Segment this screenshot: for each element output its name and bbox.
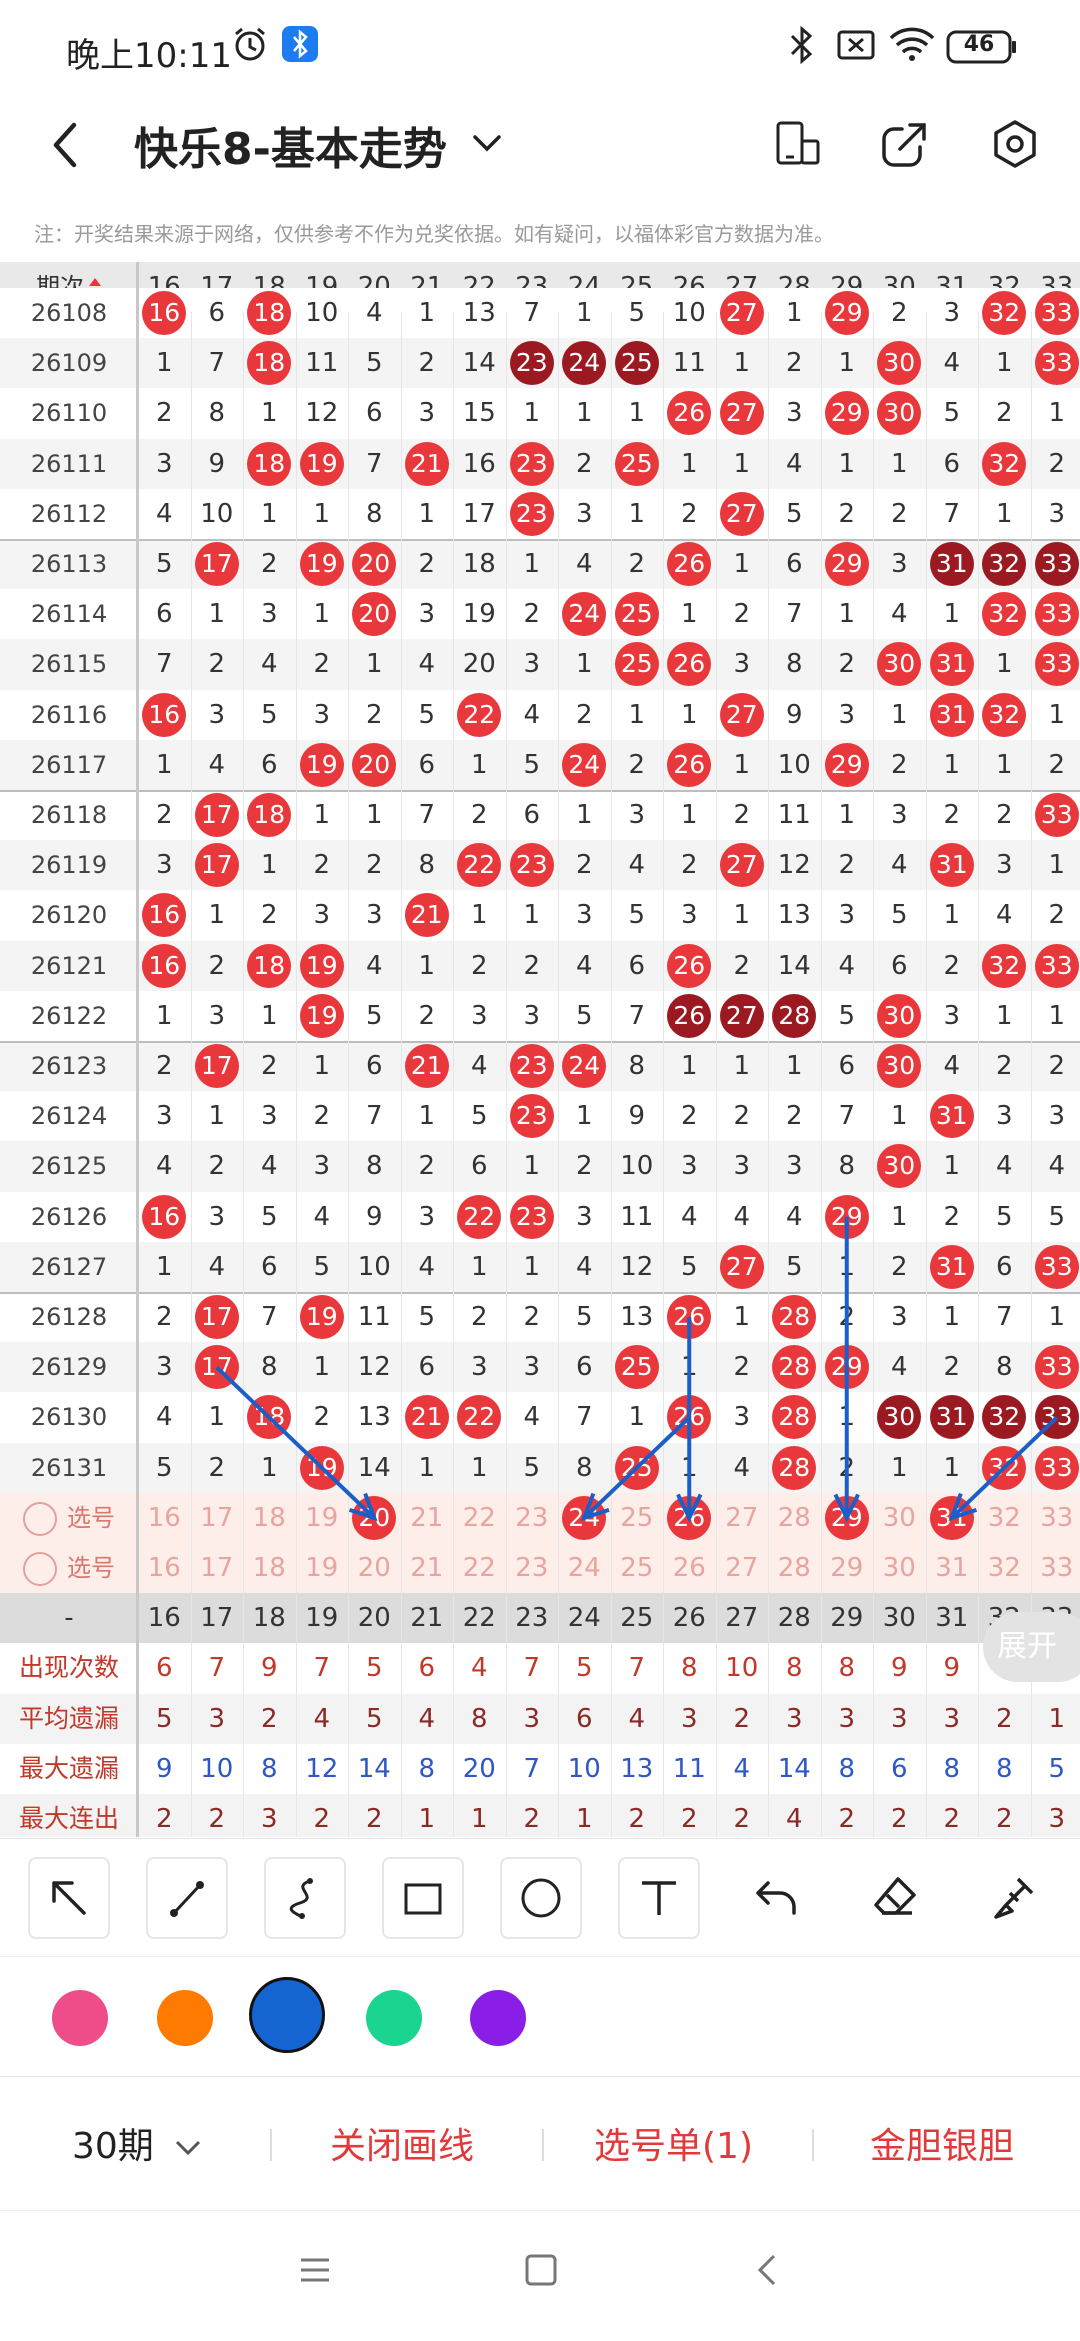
curve-tool-icon[interactable] xyxy=(264,1857,346,1939)
arrow-tool-icon[interactable] xyxy=(28,1857,110,1939)
color-swatch-pink[interactable] xyxy=(52,1990,108,2046)
dropdown-icon[interactable] xyxy=(470,131,504,159)
alarm-icon xyxy=(230,24,270,68)
pick-list-button[interactable]: 选号单(1) xyxy=(594,2117,753,2169)
clock: 晚上10:11 xyxy=(66,28,232,77)
back-nav-icon[interactable] xyxy=(752,2253,782,2291)
close-lines-button[interactable]: 关闭画线 xyxy=(330,2117,474,2169)
arrow-annotation xyxy=(952,1418,1057,1518)
line-tool-icon[interactable] xyxy=(146,1857,228,1939)
rectangle-tool-icon[interactable] xyxy=(382,1857,464,1939)
color-swatch-purple[interactable] xyxy=(470,1990,526,2046)
trend-table: 期次16171819202122232425262728293031323326… xyxy=(0,262,1080,1837)
expand-button[interactable]: 展开 xyxy=(983,1612,1080,1682)
arrow-annotation xyxy=(584,1418,689,1518)
settings-icon[interactable] xyxy=(990,119,1040,173)
color-palette xyxy=(0,1956,1080,2077)
color-swatch-orange[interactable] xyxy=(157,1990,213,2046)
period-selector-label: 30期 xyxy=(72,2126,154,2167)
system-nav-bar xyxy=(0,2210,1080,2341)
clear-icon[interactable] xyxy=(972,1857,1054,1939)
chevron-down-icon xyxy=(173,2138,203,2158)
gold-silver-button[interactable]: 金胆银胆 xyxy=(870,2117,1014,2169)
back-icon[interactable] xyxy=(46,117,86,177)
color-swatch-blue-selected[interactable] xyxy=(249,1977,325,2053)
home-icon[interactable] xyxy=(524,2253,558,2291)
bluetooth-icon xyxy=(784,24,820,70)
status-bar: 晚上10:11 46 xyxy=(0,0,1080,95)
share-icon[interactable] xyxy=(880,119,930,173)
arrow-annotation xyxy=(835,1217,858,1518)
text-tool-icon[interactable] xyxy=(618,1857,700,1939)
wifi-icon xyxy=(888,24,936,68)
app-header: 快乐8-基本走势 xyxy=(0,95,1080,195)
sim-off-icon xyxy=(836,24,876,68)
period-selector[interactable]: 30期 xyxy=(72,2117,203,2169)
menu-icon[interactable] xyxy=(298,2253,332,2291)
battery-level: 46 xyxy=(946,32,1012,57)
annotation-arrows xyxy=(0,262,1080,1837)
disclaimer-notice: 注：开奖结果来源于网络，仅供参考不作为兑奖依据。如有疑问，以福体彩官方数据为准。 xyxy=(34,218,834,247)
page-title[interactable]: 快乐8-基本走势 xyxy=(134,113,447,177)
drawing-toolbar xyxy=(0,1838,1080,1957)
eraser-icon[interactable] xyxy=(854,1857,936,1939)
color-swatch-green[interactable] xyxy=(366,1990,422,2046)
device-icon[interactable] xyxy=(774,119,822,173)
undo-icon[interactable] xyxy=(736,1857,818,1939)
bottom-action-bar: 30期 关闭画线 选号单(1) 金胆银胆 xyxy=(0,2076,1080,2211)
arrow-annotation xyxy=(217,1367,375,1518)
circle-tool-icon[interactable] xyxy=(500,1857,582,1939)
battery-icon: 46 xyxy=(946,30,1018,68)
arrow-annotation xyxy=(678,1317,701,1518)
bluetooth-app-icon xyxy=(280,24,320,68)
